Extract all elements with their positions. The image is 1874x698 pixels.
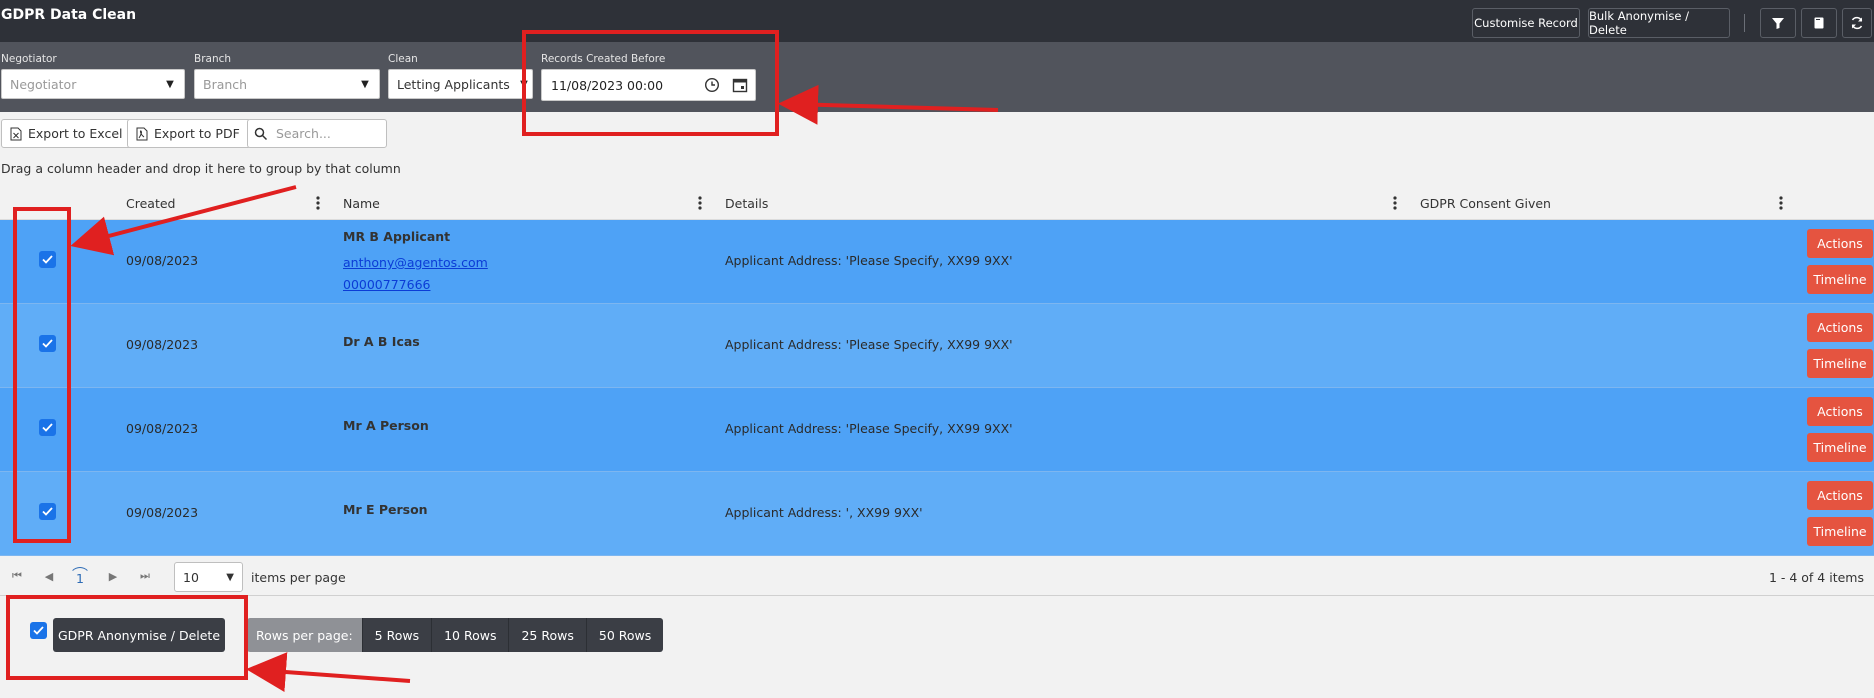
annotation-arrow xyxy=(246,652,411,692)
annotation-arrow xyxy=(778,84,999,125)
annotation-arrows xyxy=(70,84,999,692)
annotation-arrow xyxy=(70,185,297,256)
